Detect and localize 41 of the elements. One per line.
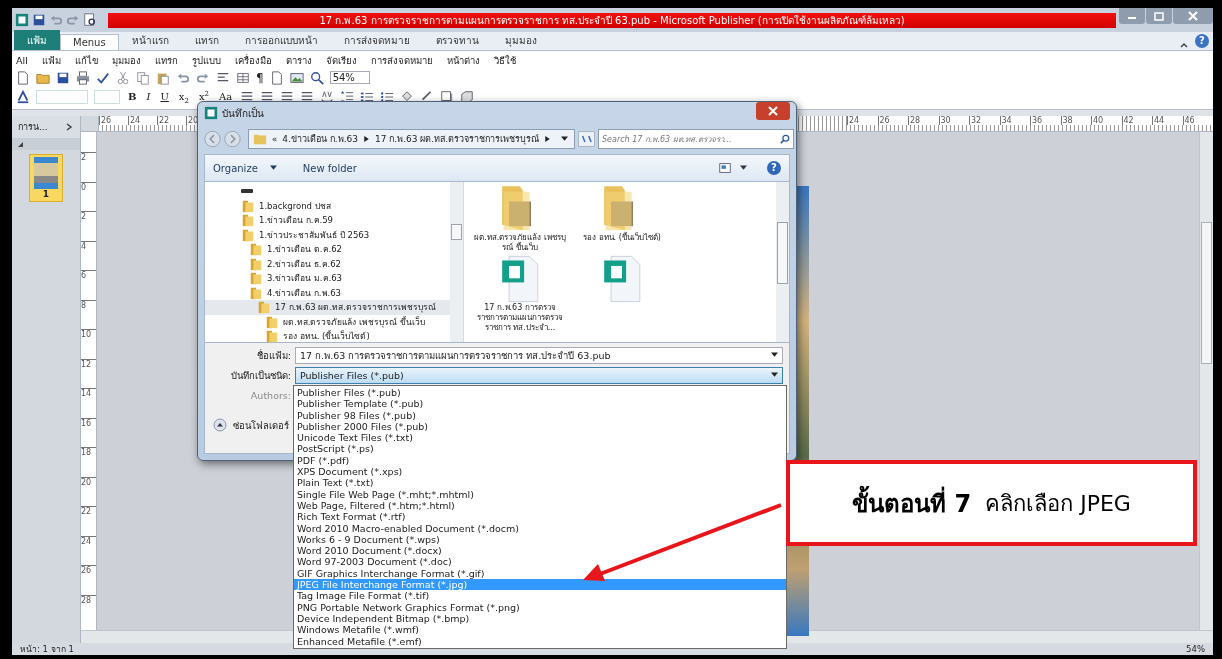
ruler-label: 26 (877, 116, 908, 125)
ruler-label: 22 (157, 116, 186, 125)
ruler-label: 20 (81, 476, 96, 506)
ruler-label: 2 (81, 211, 96, 241)
ruler-label: 34 (999, 116, 1030, 125)
ruler-label: 40 (1091, 116, 1122, 125)
ruler-label: 24 (128, 116, 157, 125)
ruler-label: 12 (81, 358, 96, 388)
ruler-label: 30 (938, 116, 969, 125)
ruler-label: 26 (81, 565, 96, 595)
ruler-label: 8 (81, 299, 96, 329)
ruler-label: 28 (81, 594, 96, 624)
ruler-label: 46 (1182, 116, 1213, 125)
pages-pane-title: การน... (18, 121, 48, 134)
file-type-label: บันทึกเป็นชนิด: (229, 368, 292, 383)
step-instruction: คลิกเลือก JPEG (985, 489, 1131, 518)
ruler-label: 14 (81, 388, 96, 418)
ruler-label: 22 (81, 506, 96, 536)
ruler-label: 18 (81, 447, 96, 477)
zoom-level: 54% (1186, 644, 1205, 654)
ruler-label: 42 (1121, 116, 1152, 125)
ruler-label: 10 (81, 329, 96, 359)
ruler-label: 28 (908, 116, 939, 125)
page-count: หน้า: 1 จาก 1 (20, 643, 74, 656)
ruler-label: 24 (81, 535, 96, 565)
ruler-label: 36 (1030, 116, 1061, 125)
filename-label: ชื่อแฟ้ม: (255, 348, 292, 363)
step-heading: ขั้นตอนที่ 7 (852, 483, 972, 523)
ruler-label: 44 (1152, 116, 1183, 125)
ruler-label: 6 (81, 270, 96, 300)
ruler-label: 32 (969, 116, 1000, 125)
ruler-label: 38 (1060, 116, 1091, 125)
window-title: 17 ก.พ.63 การตรวจราชการตามแผนการตรวจราชการ ทส.ประจำปี 63.pub - Microsoft Publisher (การเปิดใช้งานผลิตภัณฑ์ล้มเหลว) (108, 12, 1116, 28)
ruler-label: 0 (81, 181, 96, 211)
ruler-label: 16 (81, 417, 96, 447)
ruler-label: 4 (81, 240, 96, 270)
authors-label: Authors: (249, 389, 292, 401)
ruler-label: 2 (81, 152, 96, 182)
dialog-title: บันทึกเป็น (222, 105, 264, 121)
ruler-label: 26 (99, 116, 128, 125)
ruler-label: 24 (847, 116, 878, 125)
